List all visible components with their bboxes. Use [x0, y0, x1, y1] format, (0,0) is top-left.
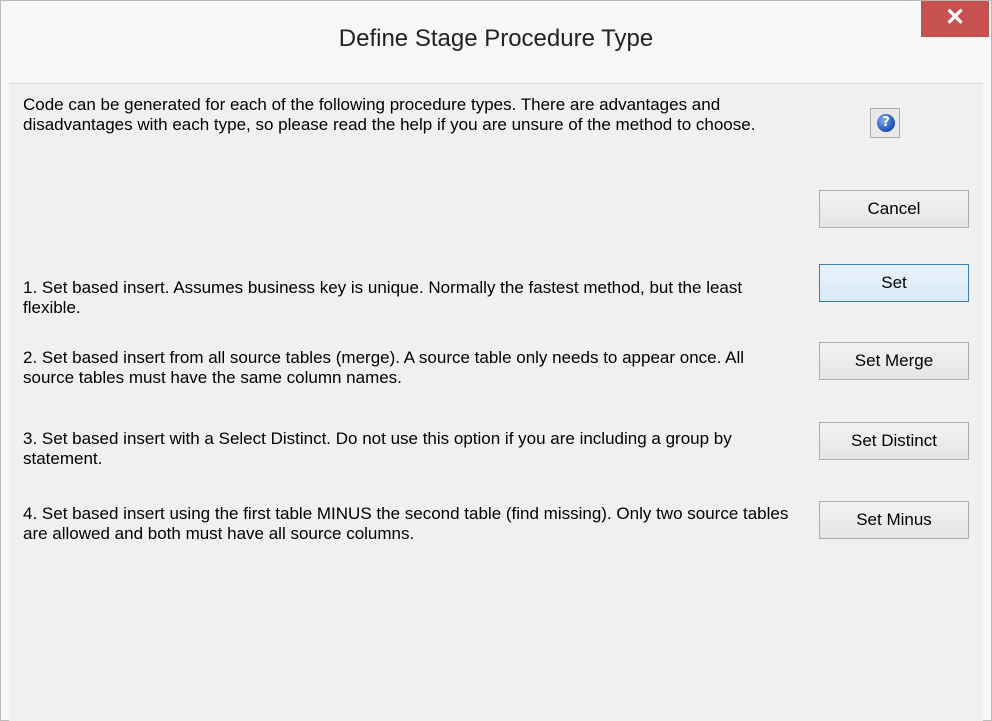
close-icon: ✕ [944, 4, 966, 31]
dialog-window: Define Stage Procedure Type ✕ Code can b… [0, 0, 992, 721]
set-merge-button[interactable]: Set Merge [819, 342, 969, 380]
title-bar: Define Stage Procedure Type ✕ [1, 1, 991, 83]
help-button[interactable]: ? [870, 108, 900, 138]
intro-text: Code can be generated for each of the fo… [23, 95, 756, 134]
option-set-minus-description: 4. Set based insert using the first tabl… [23, 504, 789, 543]
set-distinct-button[interactable]: Set Distinct [819, 422, 969, 460]
set-minus-button[interactable]: Set Minus [819, 501, 969, 539]
set-button[interactable]: Set [819, 264, 969, 302]
close-button[interactable]: ✕ [921, 1, 989, 37]
help-icon: ? [877, 114, 895, 132]
dialog-body: Code can be generated for each of the fo… [9, 83, 983, 721]
cancel-button[interactable]: Cancel [819, 190, 969, 228]
option-set-distinct-description: 3. Set based insert with a Select Distin… [23, 429, 732, 468]
option-set-merge-description: 2. Set based insert from all source tabl… [23, 348, 745, 387]
dialog-title: Define Stage Procedure Type [338, 25, 654, 52]
option-set-description: 1. Set based insert. Assumes business ke… [23, 278, 743, 317]
